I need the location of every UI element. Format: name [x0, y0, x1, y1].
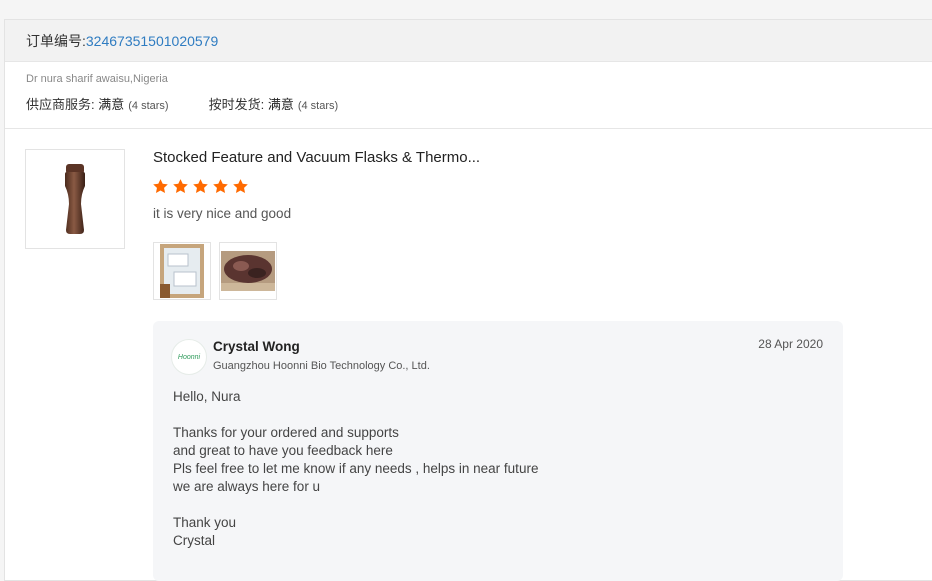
order-number-label: 订单编号:: [26, 32, 86, 49]
seller-company[interactable]: Guangzhou Hoonni Bio Technology Co., Ltd…: [213, 360, 430, 372]
ratings-row: 供应商服务: 满意 (4 stars) 按时发货: 满意 (4 stars): [26, 94, 924, 113]
rating-label: 供应商服务:: [26, 97, 99, 112]
review-photos: [153, 242, 285, 300]
order-number-link[interactable]: 32467351501020579: [86, 33, 218, 49]
order-header: 订单编号: 32467351501020579: [5, 20, 932, 62]
review-card: 订单编号: 32467351501020579 Dr nura sharif a…: [4, 19, 932, 581]
seller-logo-text: Hoonni: [177, 353, 201, 361]
review-photo[interactable]: [219, 242, 277, 300]
review-photo[interactable]: [153, 242, 211, 300]
buyer-info: Dr nura sharif awaisu,Nigeria 供应商服务: 满意(…: [5, 62, 932, 129]
star-icon: [213, 179, 228, 193]
seller-reply: Hoonni Crystal Wong Guangzhou Hoonni Bio…: [153, 321, 843, 581]
review-star-rating: [152, 178, 252, 195]
product-image[interactable]: [25, 149, 125, 249]
reply-date: 28 Apr 2020: [758, 337, 823, 351]
review-text: it is very nice and good: [153, 206, 292, 221]
rating-supplier-service: 供应商服务: 满意 (4 stars): [26, 94, 169, 113]
star-icon: [173, 179, 188, 193]
buyer-name: Dr nura sharif awaisu,Nigeria: [26, 73, 168, 85]
star-icon: [193, 179, 208, 193]
star-icon: [153, 179, 168, 193]
seller-avatar: Hoonni: [171, 339, 207, 375]
rating-label: 按时发货:: [208, 97, 268, 112]
rating-value: 满意: [98, 97, 125, 112]
rating-stars-text: (4 stars): [297, 100, 339, 112]
product-title-link[interactable]: Stocked Feature and Vacuum Flasks & Ther…: [153, 149, 480, 166]
package-photo-icon: [160, 244, 204, 298]
reply-message: Hello, Nura Thanks for your ordered and …: [173, 389, 539, 548]
vacuum-flask-icon: [65, 164, 85, 234]
rating-on-time-delivery: 按时发货: 满意 (4 stars): [209, 94, 339, 113]
seller-name: Crystal Wong: [213, 339, 300, 354]
package-photo-icon: [221, 251, 275, 291]
star-icon: [233, 179, 248, 193]
rating-value: 满意: [267, 97, 294, 112]
rating-stars-text: (4 stars): [128, 100, 169, 112]
